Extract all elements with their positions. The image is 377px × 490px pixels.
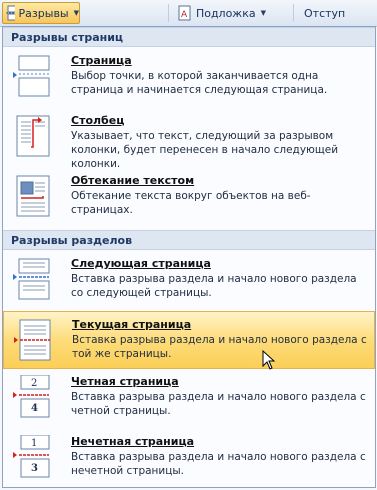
menu-item-odd-page[interactable]: 1 3 Нечетная страница Вставка разрыва ра… xyxy=(3,429,375,489)
column-break-icon xyxy=(16,115,50,157)
ribbon-separator xyxy=(293,4,294,22)
page-number-label: 4 xyxy=(31,403,38,414)
menu-item-description: Вставка разрыва раздела и начало нового … xyxy=(71,451,366,477)
menu-item-description: Вставка разрыва раздела и начало нового … xyxy=(71,391,366,417)
breaks-dropdown-menu: Разрывы страниц Страница Выбор точки, в … xyxy=(2,26,376,488)
odd-page-icon: 1 3 xyxy=(13,435,50,478)
menu-item-next-page[interactable]: Следующая страница Вставка разрыва разде… xyxy=(3,251,375,311)
menu-item-description: Выбор точки, в которой заканчивается одн… xyxy=(71,70,328,96)
indent-label: Отступ xyxy=(304,6,346,20)
menu-item-title: Обтекание текстом xyxy=(71,174,195,187)
chevron-down-icon: ▼ xyxy=(73,9,79,17)
ribbon-bar: Разрывы ▼ A Подложка ▼ Отступ xyxy=(0,0,377,27)
page-break-icon xyxy=(13,55,50,97)
section-header-section-breaks: Разрывы разделов xyxy=(3,230,375,250)
page-number-label: 1 xyxy=(31,438,37,449)
menu-item-continuous[interactable]: Текущая страница Вставка разрыва раздела… xyxy=(3,311,375,369)
menu-item-title: Следующая страница xyxy=(71,257,211,270)
page-number-label: 2 xyxy=(31,378,37,389)
menu-item-title: Текущая страница xyxy=(72,318,192,331)
text-wrapping-icon xyxy=(16,175,50,217)
menu-item-description: Указывает, что текст, следующий за разры… xyxy=(71,130,339,170)
menu-item-title: Нечетная страница xyxy=(71,435,195,448)
watermark-label: Подложка xyxy=(195,6,256,20)
menu-item-title: Страница xyxy=(71,54,132,67)
page-number-label: 3 xyxy=(31,463,38,474)
indent-button[interactable]: Отступ xyxy=(300,2,370,24)
mouse-pointer-icon xyxy=(262,350,276,370)
menu-item-even-page[interactable]: 2 4 Четная страница Вставка разрыва разд… xyxy=(3,369,375,429)
continuous-icon xyxy=(14,319,51,361)
menu-item-text-wrapping[interactable]: Обтекание текстом Обтекание текста вокру… xyxy=(3,168,375,230)
menu-item-column-break[interactable]: Столбец Указывает, что текст, следующий … xyxy=(3,108,375,170)
section-header-page-breaks: Разрывы страниц xyxy=(3,27,375,47)
menu-item-page-break[interactable]: Страница Выбор точки, в которой заканчив… xyxy=(3,48,375,108)
next-page-icon xyxy=(13,258,50,300)
menu-item-title: Столбец xyxy=(71,114,125,127)
menu-item-description: Вставка разрыва раздела и начало нового … xyxy=(72,334,367,360)
breaks-button[interactable]: Разрывы ▼ xyxy=(2,2,80,24)
breaks-label: Разрывы xyxy=(18,6,69,20)
even-page-icon: 2 4 xyxy=(13,375,50,418)
menu-item-description: Обтекание текста вокруг объектов на веб-… xyxy=(71,190,311,216)
chevron-down-icon: ▼ xyxy=(260,9,266,17)
watermark-icon: A xyxy=(178,5,191,21)
menu-item-title: Четная страница xyxy=(71,375,179,388)
page-breaks-icon xyxy=(6,5,15,21)
watermark-button[interactable]: A Подложка ▼ xyxy=(176,2,266,24)
menu-item-description: Вставка разрыва раздела и начало нового … xyxy=(71,273,357,299)
svg-text:A: A xyxy=(181,10,188,20)
ribbon-separator xyxy=(168,4,169,22)
